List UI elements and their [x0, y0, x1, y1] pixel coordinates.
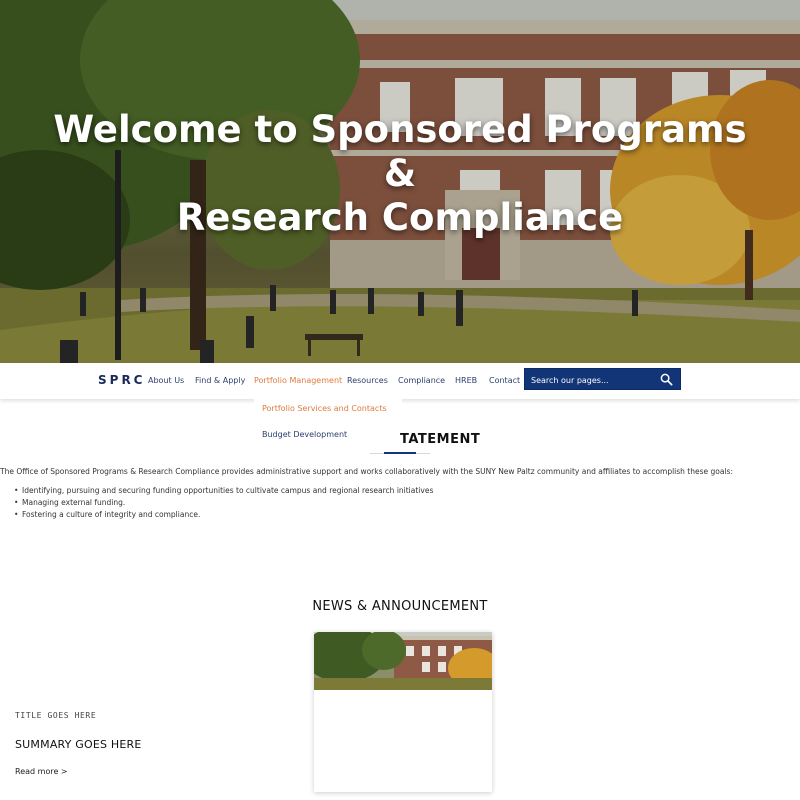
hero-title: Welcome to Sponsored Programs & Research… — [0, 108, 800, 240]
search-input[interactable] — [531, 373, 651, 387]
heading-accent-bar — [384, 452, 416, 454]
search-box — [524, 368, 681, 390]
nav-item-resources[interactable]: Resources — [347, 376, 388, 385]
news-card-image[interactable] — [314, 632, 492, 690]
nav-item-contact[interactable]: Contact — [489, 376, 520, 385]
nav-item-find-apply[interactable]: Find & Apply — [195, 376, 245, 385]
brand-logo[interactable]: SPRC — [98, 373, 145, 387]
hero-banner: Welcome to Sponsored Programs & Research… — [0, 0, 800, 363]
nav-item-about-us[interactable]: About Us — [148, 376, 184, 385]
read-more-link[interactable]: Read more > — [15, 767, 68, 776]
nav-item-compliance[interactable]: Compliance — [398, 376, 445, 385]
hero-title-line-2: & — [383, 152, 417, 195]
news-card-summary: SUMMARY GOES HERE — [15, 738, 142, 751]
hero-title-line-1: Welcome to Sponsored Programs — [53, 108, 747, 151]
search-icon[interactable] — [660, 373, 673, 386]
mission-statement-heading: TATEMENT — [400, 432, 481, 447]
portfolio-dropdown-menu: Portfolio Services and Contacts Budget D… — [254, 397, 402, 449]
hero-title-line-3: Research Compliance — [176, 196, 624, 239]
nav-item-portfolio-management[interactable]: Portfolio Management — [254, 376, 342, 385]
mission-intro-text: The Office of Sponsored Programs & Resea… — [0, 467, 733, 476]
news-card[interactable] — [314, 632, 492, 792]
goal-item: Fostering a culture of integrity and com… — [14, 510, 433, 522]
goals-list: Identifying, pursuing and securing fundi… — [14, 486, 433, 522]
goal-item: Identifying, pursuing and securing fundi… — [14, 486, 433, 498]
news-card-title: TITLE GOES HERE — [15, 711, 97, 720]
main-navbar: SPRC About Us Find & Apply Portfolio Man… — [0, 363, 800, 399]
dropdown-item-portfolio-services[interactable]: Portfolio Services and Contacts — [262, 404, 387, 413]
dropdown-item-budget-development[interactable]: Budget Development — [262, 430, 347, 439]
news-heading: NEWS & ANNOUNCEMENT — [312, 599, 488, 614]
nav-item-hreb[interactable]: HREB — [455, 376, 477, 385]
goal-item: Managing external funding. — [14, 498, 433, 510]
